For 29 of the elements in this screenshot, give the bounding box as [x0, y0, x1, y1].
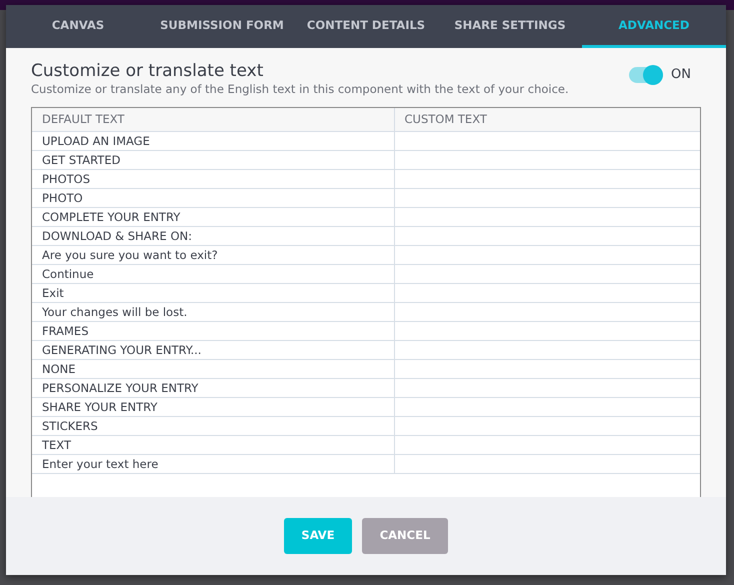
table-cell: Enter your text here — [32, 454, 394, 474]
table-cell: Are you sure you want to exit? — [32, 246, 394, 265]
tab[interactable]: SHARE SETTINGS — [438, 5, 582, 48]
table-cell: Your changes will be lost. — [32, 302, 394, 322]
table-cell: PHOTO — [32, 188, 394, 208]
toggle-label: ON — [671, 66, 691, 84]
table-cell: PERSONALIZE YOUR ENTRY — [32, 378, 394, 398]
table-cell: Exit — [32, 284, 394, 303]
table-cell: FRAMES — [32, 322, 394, 341]
tab[interactable]: ADVANCED — [582, 5, 726, 48]
table-cell: NONE — [32, 360, 394, 379]
table-cell: STICKERS — [32, 416, 394, 436]
table-cell: Continue — [32, 264, 394, 284]
table-cell: GET STARTED — [32, 150, 394, 170]
tab[interactable]: SUBMISSION FORM — [150, 5, 294, 48]
column-header: CUSTOM TEXT — [394, 108, 700, 132]
tab[interactable]: CANVAS — [6, 5, 150, 48]
table-cell: PHOTOS — [32, 170, 394, 189]
table-cell: SHARE YOUR ENTRY — [32, 398, 394, 417]
table-cell: DOWNLOAD & SHARE ON: — [32, 226, 394, 246]
section-title: Customize or translate text — [31, 61, 264, 82]
table-cell: COMPLETE YOUR ENTRY — [32, 208, 394, 227]
toggle-switch[interactable] — [629, 66, 664, 83]
section-description: Customize or translate any of the English text in this component with the text of your choice. — [31, 81, 569, 98]
table-cell: UPLOAD AN IMAGE — [32, 132, 394, 151]
column-header: DEFAULT TEXT — [32, 108, 394, 132]
table-cell: TEXT — [32, 436, 394, 455]
table-cell: GENERATING YOUR ENTRY... — [32, 340, 394, 360]
tab[interactable]: CONTENT DETAILS — [294, 5, 438, 48]
